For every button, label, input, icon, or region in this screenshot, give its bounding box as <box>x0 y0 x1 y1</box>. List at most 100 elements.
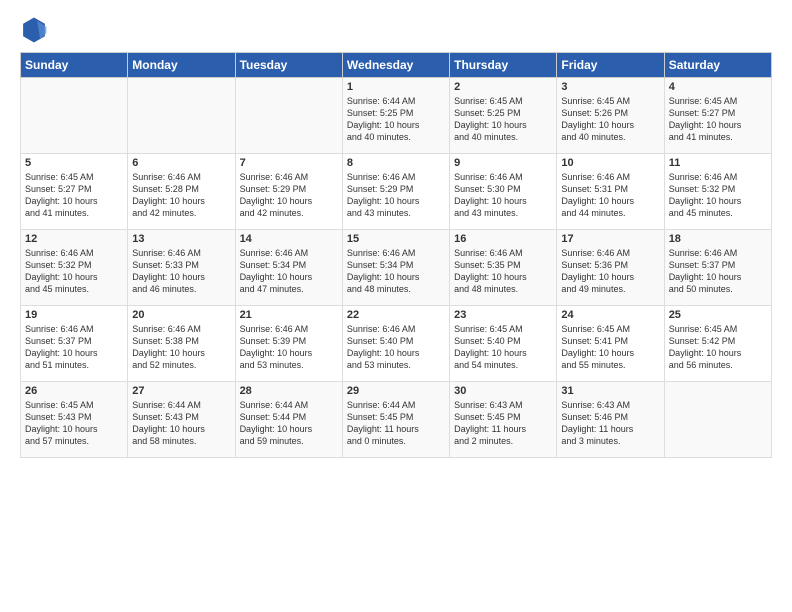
calendar-week-row: 19 Sunrise: 6:46 AM Sunset: 5:37 PM Dayli… <box>21 306 772 382</box>
cell-info: Sunrise: 6:46 AM Sunset: 5:34 PM Dayligh… <box>240 247 338 296</box>
weekday-header: Friday <box>557 53 664 78</box>
day-number: 26 <box>25 385 123 397</box>
calendar-cell: 2 Sunrise: 6:45 AM Sunset: 5:25 PM Daylig… <box>450 78 557 154</box>
calendar-cell: 3 Sunrise: 6:45 AM Sunset: 5:26 PM Daylig… <box>557 78 664 154</box>
day-number: 2 <box>454 81 552 93</box>
logo-icon <box>20 16 48 44</box>
calendar-cell: 30Sunrise: 6:43 AM Sunset: 5:45 PM Dayli… <box>450 382 557 458</box>
calendar-week-row: 5 Sunrise: 6:45 AM Sunset: 5:27 PM Daylig… <box>21 154 772 230</box>
cell-info: Sunrise: 6:44 AM Sunset: 5:43 PM Dayligh… <box>132 399 230 448</box>
calendar-cell: 17 Sunrise: 6:46 AM Sunset: 5:36 PM Dayli… <box>557 230 664 306</box>
cell-info: Sunrise: 6:46 AM Sunset: 5:31 PM Dayligh… <box>561 171 659 220</box>
cell-info: Sunrise: 6:46 AM Sunset: 5:33 PM Dayligh… <box>132 247 230 296</box>
calendar-cell: 15Sunrise: 6:46 AM Sunset: 5:34 PM Dayli… <box>342 230 449 306</box>
cell-info: Sunrise: 6:46 AM Sunset: 5:35 PM Dayligh… <box>454 247 552 296</box>
cell-info: Sunrise: 6:46 AM Sunset: 5:32 PM Dayligh… <box>25 247 123 296</box>
calendar-cell: 22 Sunrise: 6:46 AM Sunset: 5:40 PM Dayli… <box>342 306 449 382</box>
day-number: 11 <box>669 157 767 169</box>
day-number: 7 <box>240 157 338 169</box>
day-number: 3 <box>561 81 659 93</box>
calendar-cell: 14 Sunrise: 6:46 AM Sunset: 5:34 PM Dayli… <box>235 230 342 306</box>
page: SundayMondayTuesdayWednesdayThursdayFrid… <box>0 0 792 612</box>
calendar-cell: 11 Sunrise: 6:46 AM Sunset: 5:32 PM Dayli… <box>664 154 771 230</box>
calendar-table: SundayMondayTuesdayWednesdayThursdayFrid… <box>20 52 772 458</box>
weekday-header: Sunday <box>21 53 128 78</box>
day-number: 27 <box>132 385 230 397</box>
calendar-cell: 9 Sunrise: 6:46 AM Sunset: 5:30 PM Daylig… <box>450 154 557 230</box>
logo <box>20 16 52 44</box>
calendar-cell: 16Sunrise: 6:46 AM Sunset: 5:35 PM Dayli… <box>450 230 557 306</box>
weekday-header-row: SundayMondayTuesdayWednesdayThursdayFrid… <box>21 53 772 78</box>
day-number: 23 <box>454 309 552 321</box>
cell-info: Sunrise: 6:46 AM Sunset: 5:29 PM Dayligh… <box>240 171 338 220</box>
calendar-cell: 20 Sunrise: 6:46 AM Sunset: 5:38 PM Dayli… <box>128 306 235 382</box>
day-number: 19 <box>25 309 123 321</box>
calendar-cell: 27 Sunrise: 6:44 AM Sunset: 5:43 PM Dayli… <box>128 382 235 458</box>
calendar-cell: 6 Sunrise: 6:46 AM Sunset: 5:28 PM Daylig… <box>128 154 235 230</box>
day-number: 31 <box>561 385 659 397</box>
calendar-cell: 10 Sunrise: 6:46 AM Sunset: 5:31 PM Dayli… <box>557 154 664 230</box>
calendar-cell <box>128 78 235 154</box>
calendar-cell: 25Sunrise: 6:45 AM Sunset: 5:42 PM Dayli… <box>664 306 771 382</box>
day-number: 28 <box>240 385 338 397</box>
cell-info: Sunrise: 6:46 AM Sunset: 5:32 PM Dayligh… <box>669 171 767 220</box>
weekday-header: Wednesday <box>342 53 449 78</box>
calendar-cell: 12 Sunrise: 6:46 AM Sunset: 5:32 PM Dayli… <box>21 230 128 306</box>
day-number: 14 <box>240 233 338 245</box>
calendar-cell: 4Sunrise: 6:45 AM Sunset: 5:27 PM Daylig… <box>664 78 771 154</box>
cell-info: Sunrise: 6:45 AM Sunset: 5:40 PM Dayligh… <box>454 323 552 372</box>
day-number: 22 <box>347 309 445 321</box>
cell-info: Sunrise: 6:45 AM Sunset: 5:41 PM Dayligh… <box>561 323 659 372</box>
calendar-cell: 26Sunrise: 6:45 AM Sunset: 5:43 PM Dayli… <box>21 382 128 458</box>
calendar-cell <box>235 78 342 154</box>
day-number: 15 <box>347 233 445 245</box>
cell-info: Sunrise: 6:45 AM Sunset: 5:27 PM Dayligh… <box>25 171 123 220</box>
calendar-cell: 1 Sunrise: 6:44 AM Sunset: 5:25 PM Daylig… <box>342 78 449 154</box>
weekday-header: Monday <box>128 53 235 78</box>
day-number: 18 <box>669 233 767 245</box>
day-number: 10 <box>561 157 659 169</box>
calendar-cell: 5 Sunrise: 6:45 AM Sunset: 5:27 PM Daylig… <box>21 154 128 230</box>
cell-info: Sunrise: 6:46 AM Sunset: 5:39 PM Dayligh… <box>240 323 338 372</box>
calendar-cell: 24 Sunrise: 6:45 AM Sunset: 5:41 PM Dayli… <box>557 306 664 382</box>
calendar-week-row: 26Sunrise: 6:45 AM Sunset: 5:43 PM Dayli… <box>21 382 772 458</box>
cell-info: Sunrise: 6:46 AM Sunset: 5:30 PM Dayligh… <box>454 171 552 220</box>
cell-info: Sunrise: 6:46 AM Sunset: 5:36 PM Dayligh… <box>561 247 659 296</box>
day-number: 17 <box>561 233 659 245</box>
day-number: 24 <box>561 309 659 321</box>
cell-info: Sunrise: 6:44 AM Sunset: 5:25 PM Dayligh… <box>347 95 445 144</box>
cell-info: Sunrise: 6:46 AM Sunset: 5:37 PM Dayligh… <box>25 323 123 372</box>
calendar-cell: 23 Sunrise: 6:45 AM Sunset: 5:40 PM Dayli… <box>450 306 557 382</box>
day-number: 9 <box>454 157 552 169</box>
calendar-cell: 21Sunrise: 6:46 AM Sunset: 5:39 PM Dayli… <box>235 306 342 382</box>
weekday-header: Saturday <box>664 53 771 78</box>
day-number: 12 <box>25 233 123 245</box>
weekday-header: Tuesday <box>235 53 342 78</box>
calendar-cell: 31 Sunrise: 6:43 AM Sunset: 5:46 PM Dayli… <box>557 382 664 458</box>
cell-info: Sunrise: 6:43 AM Sunset: 5:46 PM Dayligh… <box>561 399 659 448</box>
calendar-cell: 28Sunrise: 6:44 AM Sunset: 5:44 PM Dayli… <box>235 382 342 458</box>
day-number: 6 <box>132 157 230 169</box>
weekday-header: Thursday <box>450 53 557 78</box>
day-number: 29 <box>347 385 445 397</box>
cell-info: Sunrise: 6:45 AM Sunset: 5:26 PM Dayligh… <box>561 95 659 144</box>
header <box>20 16 772 44</box>
calendar-cell: 8 Sunrise: 6:46 AM Sunset: 5:29 PM Daylig… <box>342 154 449 230</box>
cell-info: Sunrise: 6:45 AM Sunset: 5:25 PM Dayligh… <box>454 95 552 144</box>
cell-info: Sunrise: 6:46 AM Sunset: 5:38 PM Dayligh… <box>132 323 230 372</box>
cell-info: Sunrise: 6:46 AM Sunset: 5:28 PM Dayligh… <box>132 171 230 220</box>
calendar-week-row: 12 Sunrise: 6:46 AM Sunset: 5:32 PM Dayli… <box>21 230 772 306</box>
cell-info: Sunrise: 6:46 AM Sunset: 5:29 PM Dayligh… <box>347 171 445 220</box>
calendar-cell: 29 Sunrise: 6:44 AM Sunset: 5:45 PM Dayli… <box>342 382 449 458</box>
day-number: 8 <box>347 157 445 169</box>
calendar-cell <box>664 382 771 458</box>
calendar-cell: 7 Sunrise: 6:46 AM Sunset: 5:29 PM Daylig… <box>235 154 342 230</box>
day-number: 1 <box>347 81 445 93</box>
day-number: 20 <box>132 309 230 321</box>
cell-info: Sunrise: 6:44 AM Sunset: 5:45 PM Dayligh… <box>347 399 445 448</box>
day-number: 13 <box>132 233 230 245</box>
cell-info: Sunrise: 6:45 AM Sunset: 5:27 PM Dayligh… <box>669 95 767 144</box>
day-number: 5 <box>25 157 123 169</box>
calendar-cell: 13 Sunrise: 6:46 AM Sunset: 5:33 PM Dayli… <box>128 230 235 306</box>
cell-info: Sunrise: 6:46 AM Sunset: 5:40 PM Dayligh… <box>347 323 445 372</box>
